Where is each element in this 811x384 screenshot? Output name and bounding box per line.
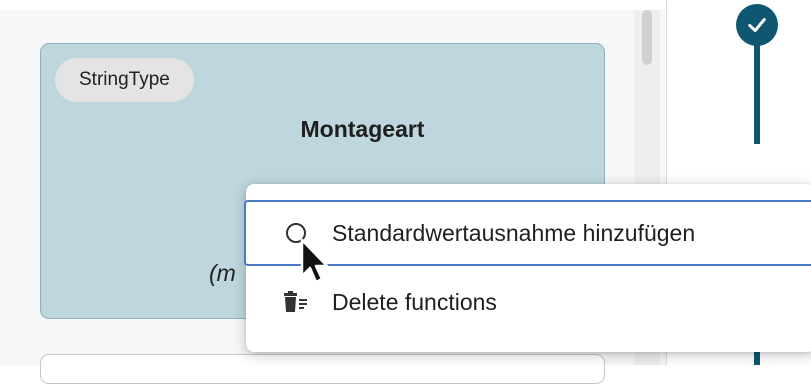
trash-list-icon — [282, 288, 310, 316]
type-chip: StringType — [55, 58, 194, 102]
mouse-pointer-icon — [298, 238, 336, 292]
menu-item-label: Standardwertausnahme hinzufügen — [332, 219, 696, 246]
scrollbar-thumb[interactable] — [642, 10, 652, 65]
card-title: Montageart — [300, 116, 425, 142]
menu-item-label: Delete functions — [332, 288, 497, 315]
function-card-next[interactable] — [40, 354, 605, 384]
card-note: (m — [209, 260, 236, 286]
timeline-connector — [754, 30, 760, 144]
check-icon — [736, 4, 778, 46]
type-chip-label: StringType — [79, 69, 170, 90]
